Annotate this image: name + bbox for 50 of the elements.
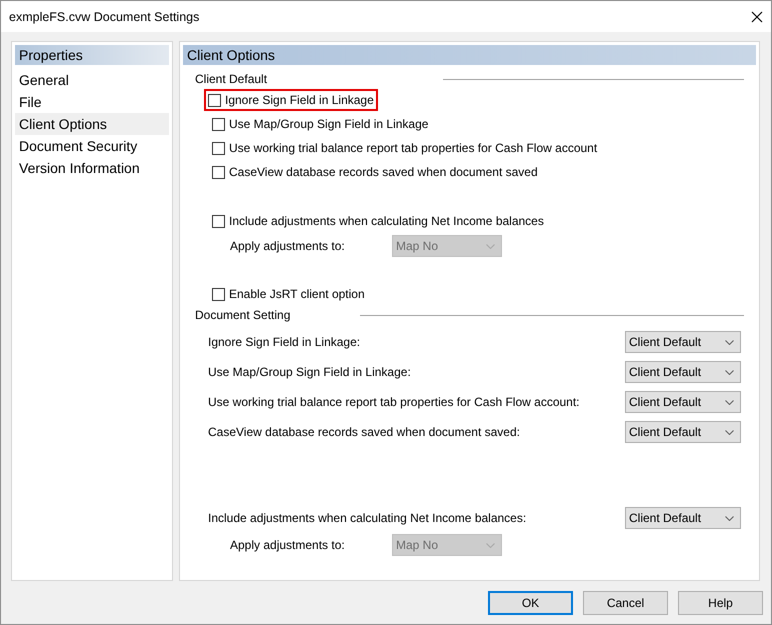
checkbox-label: Use Map/Group Sign Field in Linkage	[229, 117, 428, 131]
checkbox[interactable]	[208, 94, 221, 106]
checkbox[interactable]	[212, 118, 225, 130]
section-title: Client Default	[195, 72, 268, 86]
setting-label: CaseView database records saved when document saved:	[208, 425, 520, 439]
chevron-down-icon	[725, 370, 734, 374]
checkbox-row[interactable]: Use working trial balance report tab properties for Cash Flow account	[208, 137, 602, 159]
setting-label: Use Map/Group Sign Field in Linkage:	[208, 365, 411, 379]
checkbox[interactable]	[212, 214, 225, 228]
window-title: exmpleFS.cvw Document Settings	[9, 10, 200, 24]
setting-label: Ignore Sign Field in Linkage:	[208, 335, 360, 349]
checkbox-row[interactable]: CaseView database records saved when document saved	[208, 161, 542, 183]
dialog-button[interactable]: Cancel	[583, 591, 668, 615]
checkbox[interactable]	[212, 166, 225, 178]
chevron-down-icon	[725, 400, 734, 404]
sidebar-header: Properties	[15, 45, 169, 65]
field-label: Apply adjustments to:	[230, 538, 346, 552]
checkbox[interactable]	[212, 288, 225, 300]
checkbox-label: CaseView database records saved when document saved	[229, 165, 538, 179]
chevron-down-icon	[725, 430, 734, 434]
checkbox-row[interactable]: Use Map/Group Sign Field in Linkage	[208, 113, 432, 135]
dropdown[interactable]: Client Default	[625, 507, 741, 529]
dropdown[interactable]: Client Default	[625, 391, 741, 413]
chevron-down-icon	[486, 542, 495, 548]
checkbox-label: Use working trial balance report tab properties for Cash Flow account	[229, 141, 598, 155]
checkbox[interactable]	[212, 142, 225, 154]
dropdown[interactable]: Client Default	[625, 361, 741, 383]
dropdown[interactable]: Client Default	[625, 421, 741, 443]
setting-label: Include adjustments when calculating Net Income balances:	[208, 511, 526, 525]
field-label: Apply adjustments to:	[230, 239, 346, 253]
section-title: Document Setting	[195, 308, 290, 322]
close-icon[interactable]	[751, 10, 763, 22]
checkbox-row[interactable]: Enable JsRT client option	[208, 283, 369, 305]
sidebar-item[interactable]: General	[15, 69, 169, 91]
sidebar-item[interactable]: Document Security	[15, 135, 169, 157]
checkbox-label: Ignore Sign Field in Linkage	[225, 93, 374, 107]
checkbox-label: Include adjustments when calculating Net Income balances	[229, 214, 544, 228]
dialog-button[interactable]: Help	[678, 591, 763, 615]
checkbox-label: Enable JsRT client option	[229, 287, 365, 301]
sidebar-item[interactable]: Client Options	[15, 113, 169, 135]
panel-header: Client Options	[183, 45, 756, 65]
setting-label: Use working trial balance report tab properties for Cash Flow account:	[208, 395, 580, 409]
checkbox-row[interactable]: Include adjustments when calculating Net Income balances	[208, 210, 548, 232]
sidebar-item[interactable]: File	[15, 91, 169, 113]
dropdown[interactable]: Client Default	[625, 331, 741, 353]
chevron-down-icon	[725, 340, 734, 344]
dialog-button[interactable]: OK	[488, 591, 573, 615]
sidebar-item[interactable]: Version Information	[15, 157, 169, 179]
chevron-down-icon	[725, 516, 734, 520]
chevron-down-icon	[486, 244, 495, 248]
